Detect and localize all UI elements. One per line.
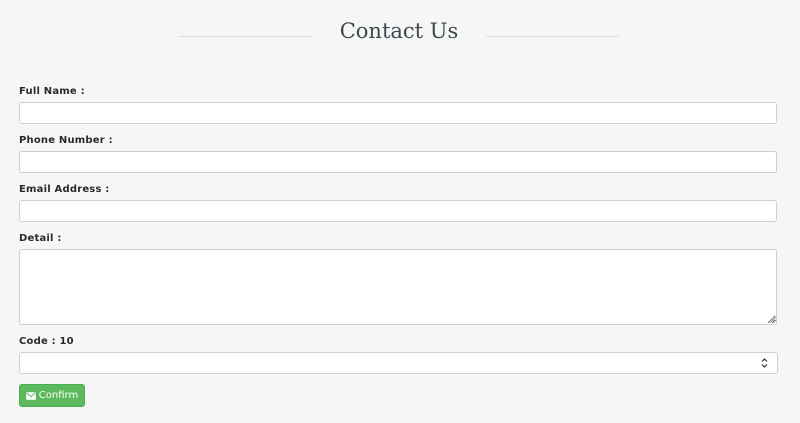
title-divider-right — [486, 36, 619, 37]
code-select[interactable] — [19, 352, 778, 374]
title-divider-left — [179, 36, 312, 37]
page-title: Contact Us — [339, 19, 459, 43]
confirm-button-label: Confirm — [38, 390, 79, 401]
full-name-input[interactable] — [19, 102, 777, 124]
email-address-label: Email Address : — [19, 184, 110, 195]
contact-page: Contact Us Full Name : Phone Number : Em… — [0, 0, 800, 423]
envelope-icon — [25, 391, 36, 400]
phone-number-input[interactable] — [19, 151, 777, 173]
detail-textarea[interactable] — [19, 249, 777, 325]
page-header: Contact Us — [0, 14, 800, 50]
detail-label: Detail : — [19, 233, 62, 244]
full-name-label: Full Name : — [19, 86, 85, 97]
chevron-up-down-icon — [761, 358, 768, 368]
code-label: Code : 10 — [19, 336, 74, 347]
phone-number-label: Phone Number : — [19, 135, 113, 146]
confirm-button[interactable]: Confirm — [19, 384, 85, 407]
email-address-input[interactable] — [19, 200, 777, 222]
